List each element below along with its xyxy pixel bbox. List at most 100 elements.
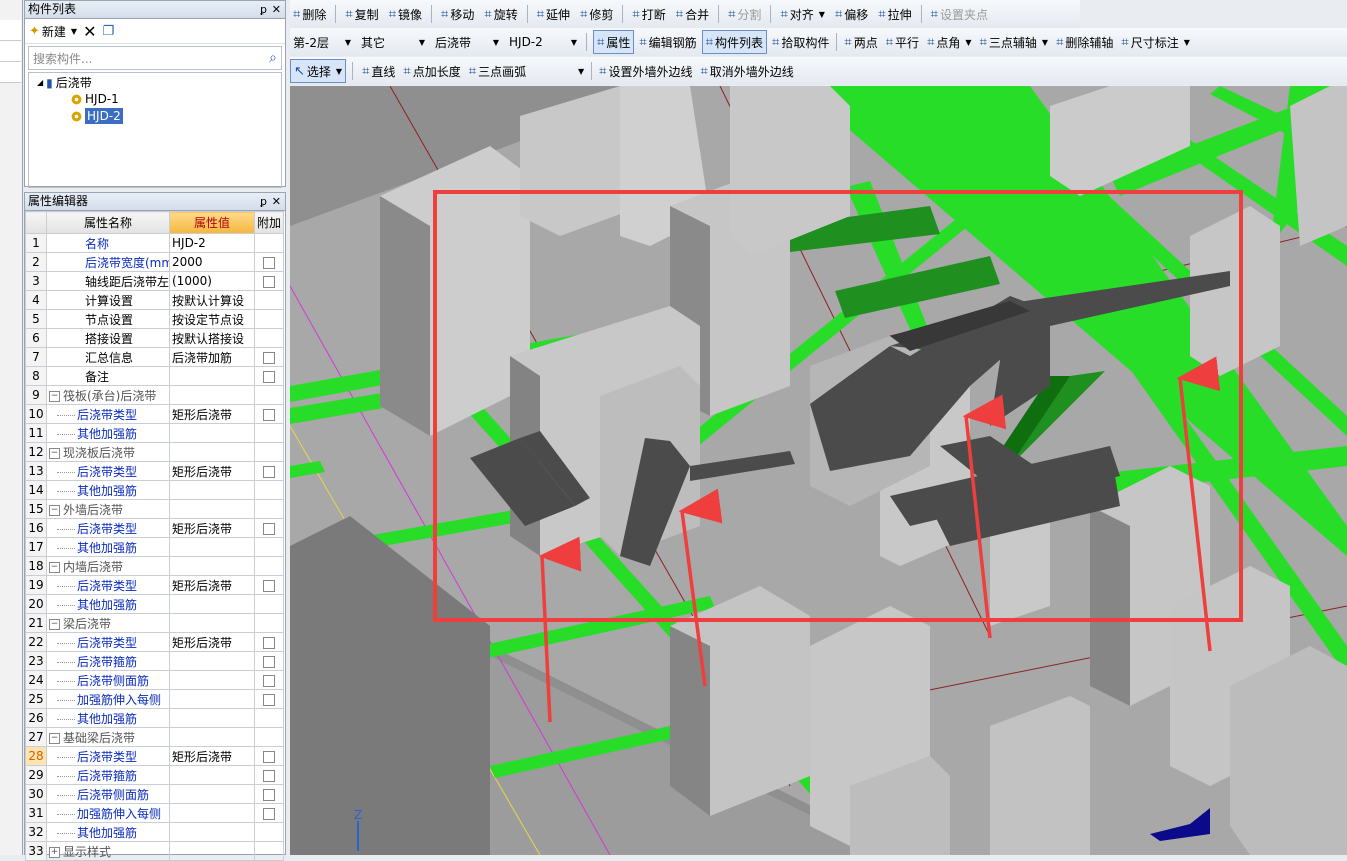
property-value[interactable] [169, 784, 255, 804]
set-outer-wall-button[interactable]: ⌗ 设置外墙外边线 [596, 60, 695, 82]
property-row[interactable]: 13 后浇带类型 矩形后浇带 [25, 461, 284, 481]
property-value[interactable] [169, 499, 255, 519]
copy-button[interactable]: ⌗ 复制 [342, 3, 381, 25]
extra-checkbox[interactable] [263, 275, 275, 288]
property-row[interactable]: 23 后浇带箍筋 [25, 651, 284, 671]
property-value[interactable]: (1000) [169, 271, 255, 291]
property-value[interactable] [169, 366, 255, 386]
property-row[interactable]: 17 其他加强筋 [25, 537, 284, 557]
search-icon[interactable]: ⌕ [269, 50, 277, 66]
property-value[interactable]: 矩形后浇带 [169, 404, 255, 424]
side-tab[interactable] [0, 41, 21, 62]
property-row[interactable]: 27− 基础梁后浇带 [25, 727, 284, 747]
tree-root[interactable]: ◢ ▮ 后浇带 [37, 75, 92, 91]
select-button[interactable]: ↖ 选择 ▼ [290, 59, 347, 83]
extend-button[interactable]: ⌗ 延伸 [534, 3, 573, 25]
property-value[interactable] [169, 423, 255, 443]
property-row[interactable]: 3 轴线距后浇带左边(1000) [25, 271, 284, 291]
split-button[interactable]: ⌗ 分割 [725, 3, 764, 25]
property-value[interactable]: 2000 [169, 252, 255, 272]
property-value[interactable] [169, 803, 255, 823]
extra-checkbox[interactable] [263, 807, 275, 820]
property-row[interactable]: 1 名称 HJD-2 [25, 233, 284, 253]
pin-icon[interactable]: ꝑ [260, 1, 267, 18]
delete-axis-button[interactable]: ⌗ 删除辅轴 [1053, 31, 1116, 53]
component-list-button[interactable]: ⌗ 构件列表 [701, 30, 768, 54]
property-value[interactable] [169, 689, 255, 709]
property-row[interactable]: 33 + 显示样式 [25, 841, 284, 861]
mirror-button[interactable]: ⌗ 镜像 [386, 3, 425, 25]
property-row[interactable]: 9− 筏板(承台)后浇带 [25, 385, 284, 405]
property-value[interactable] [169, 765, 255, 785]
property-row[interactable]: 12− 现浇板后浇带 [25, 442, 284, 462]
trim-button[interactable]: ⌗ 修剪 [577, 3, 616, 25]
arc-button[interactable]: ⌗ 三点画弧 [466, 60, 529, 82]
extra-checkbox[interactable] [263, 465, 275, 478]
property-value[interactable] [169, 385, 255, 405]
delete-icon[interactable]: ✕ [83, 22, 96, 41]
collapse-icon[interactable]: − [49, 504, 60, 516]
side-tab[interactable] [0, 20, 21, 41]
property-value[interactable]: 矩形后浇带 [169, 746, 255, 766]
collapse-icon[interactable]: − [49, 561, 60, 573]
stretch-button[interactable]: ⌗ 拉伸 [875, 3, 914, 25]
collapse-icon[interactable]: − [49, 732, 60, 744]
property-value[interactable] [169, 442, 255, 462]
property-value[interactable] [169, 841, 255, 861]
property-row[interactable]: 18− 内墙后浇带 [25, 556, 284, 576]
arc-mode-select[interactable]: ▼ [531, 61, 587, 81]
dimension-button[interactable]: ⌗ 尺寸标注 ▼ [1118, 31, 1193, 53]
copy-icon[interactable]: ❐ [102, 24, 114, 39]
property-value[interactable] [169, 651, 255, 671]
property-value[interactable] [169, 613, 255, 633]
property-row[interactable]: 11 其他加强筋 [25, 423, 284, 443]
property-value[interactable] [169, 556, 255, 576]
extra-checkbox[interactable] [263, 750, 275, 763]
extra-checkbox[interactable] [263, 256, 275, 269]
pick-button[interactable]: ⌗ 拾取构件 [769, 31, 832, 53]
search-input[interactable]: 搜索构件... ⌕ [28, 46, 282, 70]
property-value[interactable] [169, 537, 255, 557]
edit-rebar-button[interactable]: ⌗ 编辑钢筋 [636, 31, 699, 53]
property-value[interactable]: 按默认搭接设 [169, 328, 255, 348]
property-row[interactable]: 16 后浇带类型 矩形后浇带 [25, 518, 284, 538]
type-select[interactable]: 后浇带 ▼ [432, 32, 502, 52]
extra-checkbox[interactable] [263, 522, 275, 535]
property-row[interactable]: 30 后浇带侧面筋 [25, 784, 284, 804]
collapse-icon[interactable]: − [49, 390, 60, 402]
extra-checkbox[interactable] [263, 408, 275, 421]
property-value[interactable]: 矩形后浇带 [169, 461, 255, 481]
property-row[interactable]: 29 后浇带箍筋 [25, 765, 284, 785]
category-select[interactable]: 其它 ▼ [358, 32, 428, 52]
break-button[interactable]: ⌗ 打断 [629, 3, 668, 25]
extra-checkbox[interactable] [263, 693, 275, 706]
floor-select[interactable]: 第-2层 ▼ [290, 32, 354, 52]
point-length-button[interactable]: ⌗ 点加长度 [400, 60, 463, 82]
extra-checkbox[interactable] [263, 788, 275, 801]
properties-button[interactable]: ⌗ 属性 [593, 30, 635, 54]
extra-checkbox[interactable] [263, 674, 275, 687]
property-row[interactable]: 22 后浇带类型 矩形后浇带 [25, 632, 284, 652]
offset-button[interactable]: ⌗ 偏移 [832, 3, 871, 25]
property-row[interactable]: 28 后浇带类型 矩形后浇带 [25, 746, 284, 766]
property-row[interactable]: 2 后浇带宽度(mm) 2000 [25, 252, 284, 272]
3d-viewport[interactable]: Z [290, 86, 1347, 855]
property-row[interactable]: 10 后浇带类型 矩形后浇带 [25, 404, 284, 424]
extra-checkbox[interactable] [263, 655, 275, 668]
property-value[interactable] [169, 708, 255, 728]
side-tab[interactable] [0, 62, 21, 83]
cancel-outer-wall-button[interactable]: ⌗ 取消外墙外边线 [697, 60, 796, 82]
property-value[interactable] [169, 594, 255, 614]
two-point-button[interactable]: ⌗ 两点 [841, 31, 880, 53]
property-value[interactable] [169, 670, 255, 690]
property-row[interactable]: 15− 外墙后浇带 [25, 499, 284, 519]
property-value[interactable]: 矩形后浇带 [169, 518, 255, 538]
collapse-icon[interactable]: − [49, 618, 60, 630]
align-button[interactable]: ⌗ 对齐 ▼ [777, 3, 828, 25]
property-row[interactable]: 20 其他加强筋 [25, 594, 284, 614]
property-row[interactable]: 5 节点设置 按设定节点设 [25, 309, 284, 329]
close-icon[interactable]: ✕ [272, 1, 281, 18]
collapse-icon[interactable]: ◢ [37, 75, 43, 91]
property-row[interactable]: 7 汇总信息 后浇带加筋 [25, 347, 284, 367]
property-value[interactable] [169, 822, 255, 842]
